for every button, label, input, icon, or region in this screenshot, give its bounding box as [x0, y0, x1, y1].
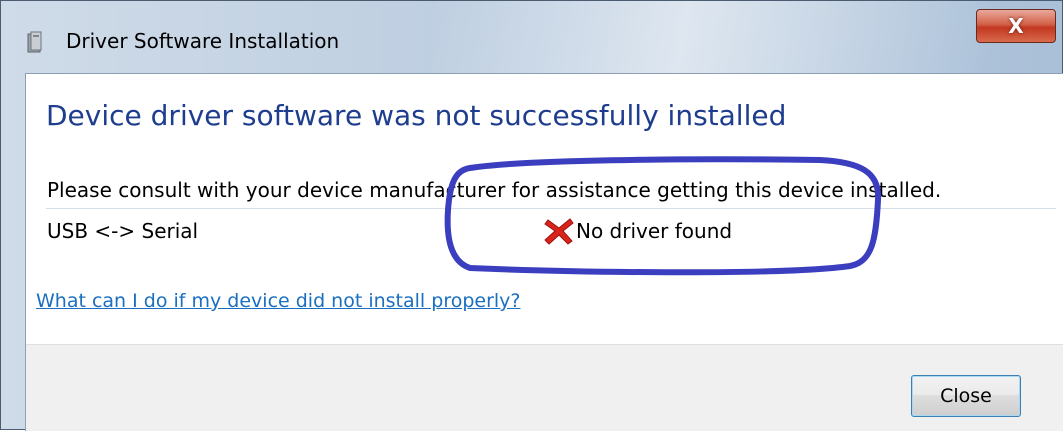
dialog-content: Device driver software was not successfu… — [25, 73, 1063, 431]
divider — [46, 208, 1056, 209]
driver-install-dialog: Driver Software Installation X Device dr… — [0, 0, 1063, 431]
installer-icon — [27, 31, 42, 53]
title-bar[interactable]: Driver Software Installation X — [1, 1, 1062, 73]
consult-message: Please consult with your device manufact… — [47, 178, 942, 202]
window-title: Driver Software Installation — [66, 29, 340, 53]
device-status: No driver found — [576, 219, 733, 243]
help-link[interactable]: What can I do if my device did not insta… — [36, 290, 521, 312]
device-name: USB <-> Serial — [47, 219, 199, 243]
title-bar-glass — [431, 1, 991, 73]
dialog-footer: Close — [26, 344, 1063, 431]
main-instruction: Device driver software was not successfu… — [46, 99, 787, 132]
close-icon: X — [1008, 14, 1024, 38]
window-close-button[interactable]: X — [976, 9, 1056, 43]
error-x-icon — [544, 218, 574, 245]
close-button[interactable]: Close — [911, 375, 1021, 417]
